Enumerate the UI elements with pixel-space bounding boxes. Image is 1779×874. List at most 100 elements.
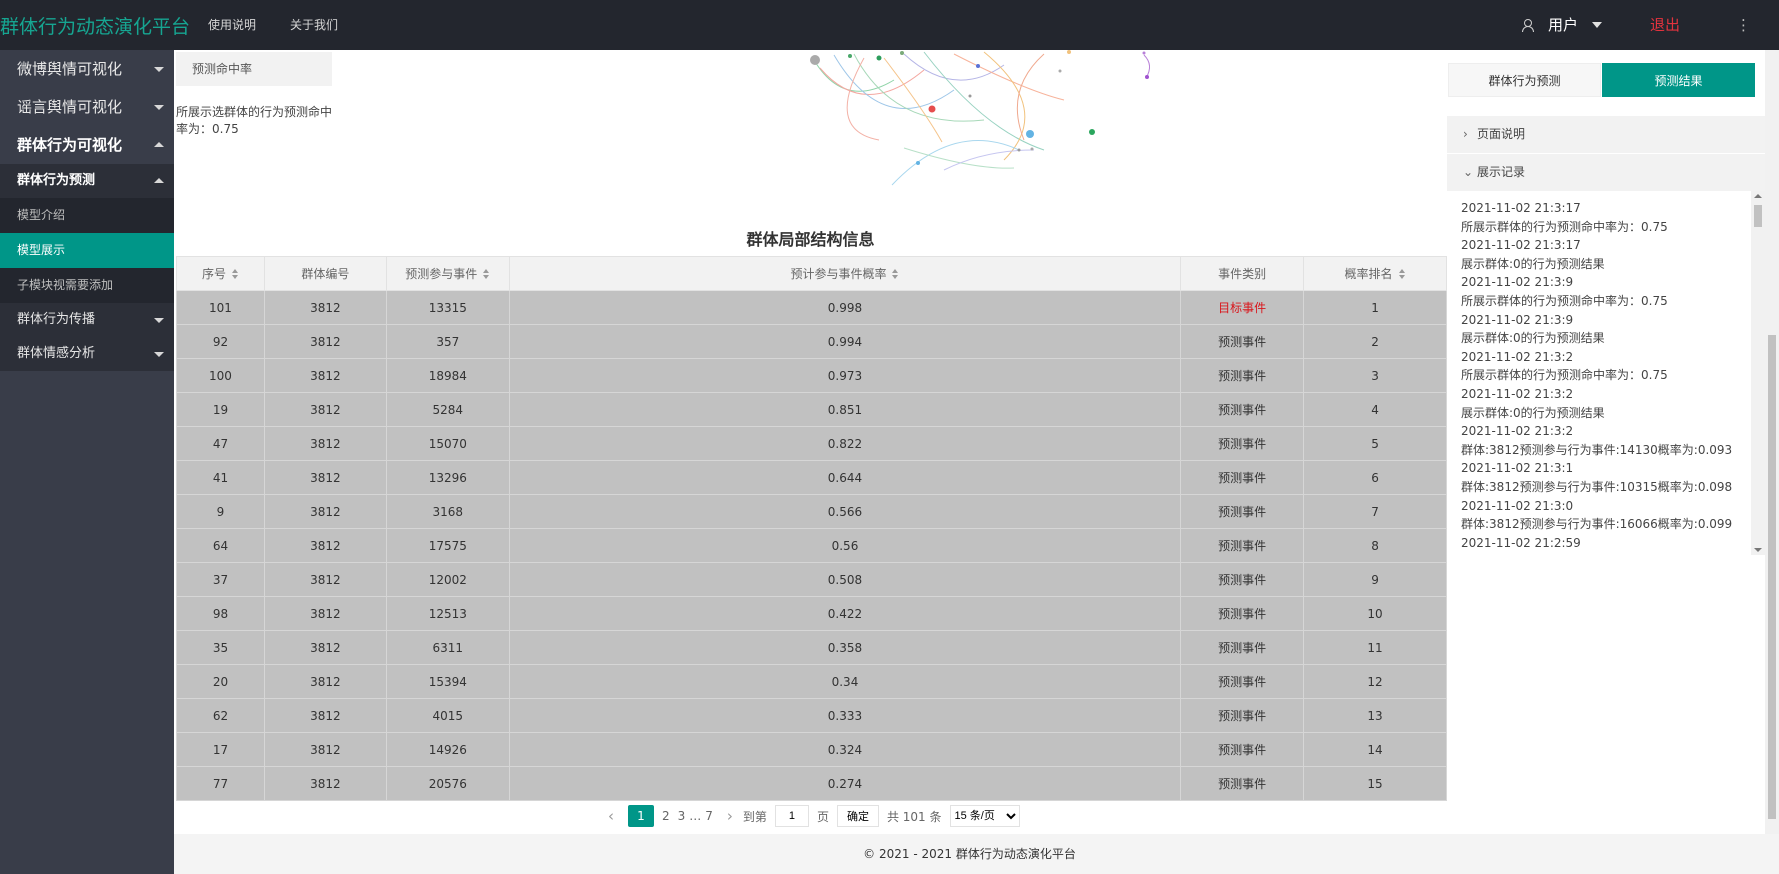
- table-row[interactable]: 92 3812 357 0.994 预测事件 2: [176, 324, 1447, 359]
- page-size-select[interactable]: 15 条/页: [949, 805, 1020, 827]
- sidebar-subsubmenu: 模型介绍 模型展示 子模块视需要添加: [0, 198, 174, 303]
- sort-icon[interactable]: [1398, 269, 1406, 279]
- page-1[interactable]: 1: [628, 805, 654, 827]
- chevron-down-icon: ⌄: [1463, 165, 1474, 179]
- network-graph[interactable]: [624, 50, 1344, 200]
- table-row[interactable]: 100 3812 18984 0.973 预测事件 3: [176, 358, 1447, 393]
- chevron-down-icon: [154, 67, 164, 72]
- page-7[interactable]: 7: [705, 809, 713, 823]
- scroll-up-icon[interactable]: [1754, 194, 1762, 198]
- user-menu[interactable]: 用户: [1520, 14, 1603, 35]
- sidebar-item-rumor[interactable]: 谣言舆情可视化: [0, 88, 174, 126]
- next-page-icon[interactable]: ›: [727, 807, 733, 825]
- sidebar-item-emotion-analysis[interactable]: 群体情感分析: [0, 337, 174, 371]
- table-row[interactable]: 19 3812 5284 0.851 预测事件 4: [176, 392, 1447, 427]
- cell-group-id: 3812: [263, 460, 387, 495]
- log-line: 2021-11-02 21:3:2: [1461, 386, 1574, 401]
- collapse-records[interactable]: ⌄ 展示记录: [1447, 154, 1765, 191]
- table-body: 101 3812 13315 0.998 目标事件 1 92 3812 357 0.994 预测事件…: [176, 290, 1447, 801]
- col-header-event-type: 事件类别: [1180, 256, 1305, 291]
- table-row[interactable]: 37 3812 12002 0.508 预测事件 9: [176, 562, 1447, 597]
- table-row[interactable]: 77 3812 20576 0.274 预测事件 15: [176, 766, 1447, 801]
- cell-probability: 0.324: [508, 732, 1182, 767]
- chevron-right-icon: ›: [1463, 127, 1468, 141]
- cell-predicted-event: 12513: [385, 596, 510, 631]
- sidebar-item-behavior-predict[interactable]: 群体行为预测: [0, 164, 174, 198]
- records-scrollbar[interactable]: [1751, 191, 1765, 555]
- cell-rank: 6: [1303, 460, 1447, 495]
- collapse-page-desc[interactable]: › 页面说明: [1447, 116, 1765, 153]
- cell-probability: 0.851: [508, 392, 1182, 427]
- cell-group-id: 3812: [263, 392, 387, 427]
- cell-probability: 0.998: [508, 290, 1182, 325]
- cell-rank: 11: [1303, 630, 1447, 665]
- sidebar-item-model-intro[interactable]: 模型介绍: [0, 198, 174, 233]
- sidebar-item-behavior-spread[interactable]: 群体行为传播: [0, 303, 174, 337]
- cell-predicted-event: 5284: [385, 392, 510, 427]
- sort-icon[interactable]: [483, 269, 490, 279]
- sort-icon[interactable]: [892, 269, 899, 279]
- goto-label: 到第: [742, 809, 767, 824]
- sidebar: 微博舆情可视化 谣言舆情可视化 群体行为可视化 群体行为预测 模型介绍 模型展示…: [0, 50, 174, 874]
- nav-usage-guide[interactable]: 使用说明: [208, 16, 256, 33]
- cell-probability: 0.973: [508, 358, 1182, 393]
- user-name[interactable]: 用户: [1548, 14, 1578, 35]
- col-header-predicted-event[interactable]: 预测参与事件: [385, 256, 510, 291]
- col-header-index[interactable]: 序号: [176, 256, 265, 291]
- confirm-button[interactable]: 确定: [836, 805, 879, 827]
- cell-probability: 0.56: [508, 528, 1182, 563]
- table-row[interactable]: 64 3812 17575 0.56 预测事件 8: [176, 528, 1447, 563]
- sidebar-item-weibo[interactable]: 微博舆情可视化: [0, 50, 174, 88]
- cell-rank: 14: [1303, 732, 1447, 767]
- page-scroll-thumb[interactable]: [1768, 335, 1776, 819]
- log-line: 所展示群体的行为预测命中率为：0.75: [1461, 293, 1668, 308]
- cell-rank: 3: [1303, 358, 1447, 393]
- cell-group-id: 3812: [263, 732, 387, 767]
- sidebar-item-group-behavior[interactable]: 群体行为可视化: [0, 126, 174, 164]
- scroll-thumb[interactable]: [1754, 205, 1762, 227]
- table-row[interactable]: 35 3812 6311 0.358 预测事件 11: [176, 630, 1447, 665]
- prev-page-icon[interactable]: ‹: [608, 807, 614, 825]
- scroll-down-icon[interactable]: [1754, 548, 1762, 552]
- sidebar-item-submodule[interactable]: 子模块视需要添加: [0, 268, 174, 303]
- page-2[interactable]: 2: [662, 809, 670, 823]
- log-line: 群体:3812预测参与行为事件:10315概率为:0.098: [1461, 479, 1733, 494]
- tab-predict-result[interactable]: 预测结果: [1602, 63, 1755, 97]
- nav-about-us[interactable]: 关于我们: [290, 16, 338, 33]
- table-row[interactable]: 20 3812 15394 0.34 预测事件 12: [176, 664, 1447, 699]
- cell-predicted-event: 15070: [385, 426, 510, 461]
- table-row[interactable]: 41 3812 13296 0.644 预测事件 6: [176, 460, 1447, 495]
- more-vertical-icon[interactable]: ⋮: [1736, 16, 1751, 34]
- cell-rank: 5: [1303, 426, 1447, 461]
- logout-link[interactable]: 退出: [1650, 14, 1680, 35]
- brand-title[interactable]: 群体行为动态演化平台: [0, 12, 190, 39]
- cell-rank: 12: [1303, 664, 1447, 699]
- col-header-rank[interactable]: 概率排名: [1303, 256, 1447, 291]
- cell-predicted-event: 357: [385, 324, 510, 359]
- footer: © 2021 - 2021 群体行为动态演化平台: [174, 834, 1765, 874]
- page-3[interactable]: 3: [678, 809, 686, 823]
- table-row[interactable]: 101 3812 13315 0.998 目标事件 1: [176, 290, 1447, 325]
- log-line: 2021-11-02 21:3:17: [1461, 238, 1581, 253]
- sort-icon[interactable]: [231, 269, 239, 279]
- cell-event-type: 预测事件: [1180, 596, 1305, 631]
- goto-page-input[interactable]: [774, 805, 809, 827]
- sidebar-item-model-display[interactable]: 模型展示: [0, 233, 174, 268]
- cell-index: 62: [176, 698, 265, 733]
- chevron-down-icon[interactable]: [1592, 21, 1603, 28]
- records-log[interactable]: 2021-11-02 21:3:17 所展示群体的行为预测命中率为：0.75 202…: [1447, 191, 1765, 555]
- cell-index: 92: [176, 324, 265, 359]
- col-header-probability[interactable]: 预计参与事件概率: [508, 256, 1182, 291]
- table-row[interactable]: 47 3812 15070 0.822 预测事件 5: [176, 426, 1447, 461]
- tab-behavior-predict[interactable]: 群体行为预测: [1448, 63, 1601, 97]
- page-scrollbar[interactable]: [1765, 50, 1779, 834]
- cell-group-id: 3812: [263, 290, 387, 325]
- log-line: 2021-11-02 21:3:9: [1461, 275, 1574, 290]
- table-row[interactable]: 9 3812 3168 0.566 预测事件 7: [176, 494, 1447, 529]
- top-header: 群体行为动态演化平台 使用说明 关于我们 用户 退出 ⋮: [0, 0, 1779, 50]
- table-row[interactable]: 17 3812 14926 0.324 预测事件 14: [176, 732, 1447, 767]
- cell-index: 19: [176, 392, 265, 427]
- table-row[interactable]: 62 3812 4015 0.333 预测事件 13: [176, 698, 1447, 733]
- table-row[interactable]: 98 3812 12513 0.422 预测事件 10: [176, 596, 1447, 631]
- cell-event-type: 预测事件: [1180, 766, 1305, 801]
